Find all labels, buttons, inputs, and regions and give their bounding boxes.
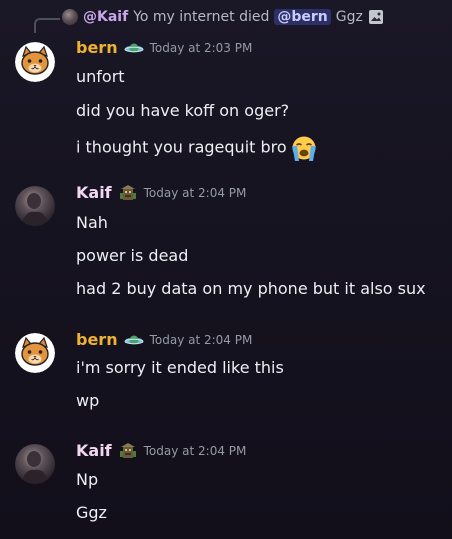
message-text: i thought you ragequit bro — [76, 137, 287, 157]
timestamp[interactable]: Today at 2:04 PM — [144, 444, 247, 458]
message-text: power is dead — [76, 246, 189, 265]
avatar-bern[interactable] — [15, 42, 55, 82]
chat-log: @Kaif Yo my internet died @bern Ggz bern… — [0, 0, 452, 539]
message-header: bern Today at 2:03 PM — [76, 38, 252, 57]
reply-mention[interactable]: @bern — [274, 9, 331, 25]
reply-avatar — [62, 9, 78, 25]
message-text: Nah — [76, 213, 108, 232]
planet-icon — [124, 335, 144, 344]
tiki-icon — [119, 184, 136, 200]
reply-text-before: Yo my internet died — [133, 9, 270, 25]
message-header: Kaif Today at 2:04 PM — [76, 183, 246, 202]
message-text: unfort — [76, 67, 125, 86]
avatar-kaif[interactable] — [15, 444, 55, 484]
profile-photo-icon — [15, 444, 55, 484]
reply-text-after: Ggz — [335, 9, 363, 25]
image-icon — [368, 10, 383, 24]
cat-face-icon — [15, 42, 55, 82]
message-text: Ggz — [76, 503, 107, 522]
reply-author[interactable]: @Kaif — [83, 9, 128, 25]
avatar-kaif[interactable] — [15, 186, 55, 226]
username[interactable]: bern — [76, 330, 118, 349]
message-header: Kaif Today at 2:04 PM — [76, 441, 246, 460]
message-text: did you have koff on oger? — [76, 101, 290, 120]
timestamp[interactable]: Today at 2:04 PM — [150, 333, 253, 347]
message-header: bern Today at 2:04 PM — [76, 330, 252, 349]
cat-face-icon — [15, 333, 55, 373]
message-text: wp — [76, 391, 100, 410]
message-text: Np — [76, 470, 99, 489]
reply-preview[interactable]: @Kaif Yo my internet died @bern Ggz — [62, 6, 384, 28]
tiki-icon — [119, 442, 136, 458]
reply-connector — [34, 18, 60, 33]
username[interactable]: bern — [76, 38, 118, 57]
planet-icon — [124, 43, 144, 52]
timestamp[interactable]: Today at 2:03 PM — [150, 41, 253, 55]
message-text: i'm sorry it ended like this — [76, 358, 284, 377]
username[interactable]: Kaif — [76, 441, 112, 460]
message-text: had 2 buy data on my phone but it also s… — [76, 279, 426, 298]
username[interactable]: Kaif — [76, 183, 112, 202]
profile-photo-icon — [15, 186, 55, 226]
loudly-crying-face-emoji[interactable] — [289, 134, 319, 162]
timestamp[interactable]: Today at 2:04 PM — [144, 186, 247, 200]
message-line: i thought you ragequit bro — [76, 134, 319, 162]
avatar-bern[interactable] — [15, 333, 55, 373]
